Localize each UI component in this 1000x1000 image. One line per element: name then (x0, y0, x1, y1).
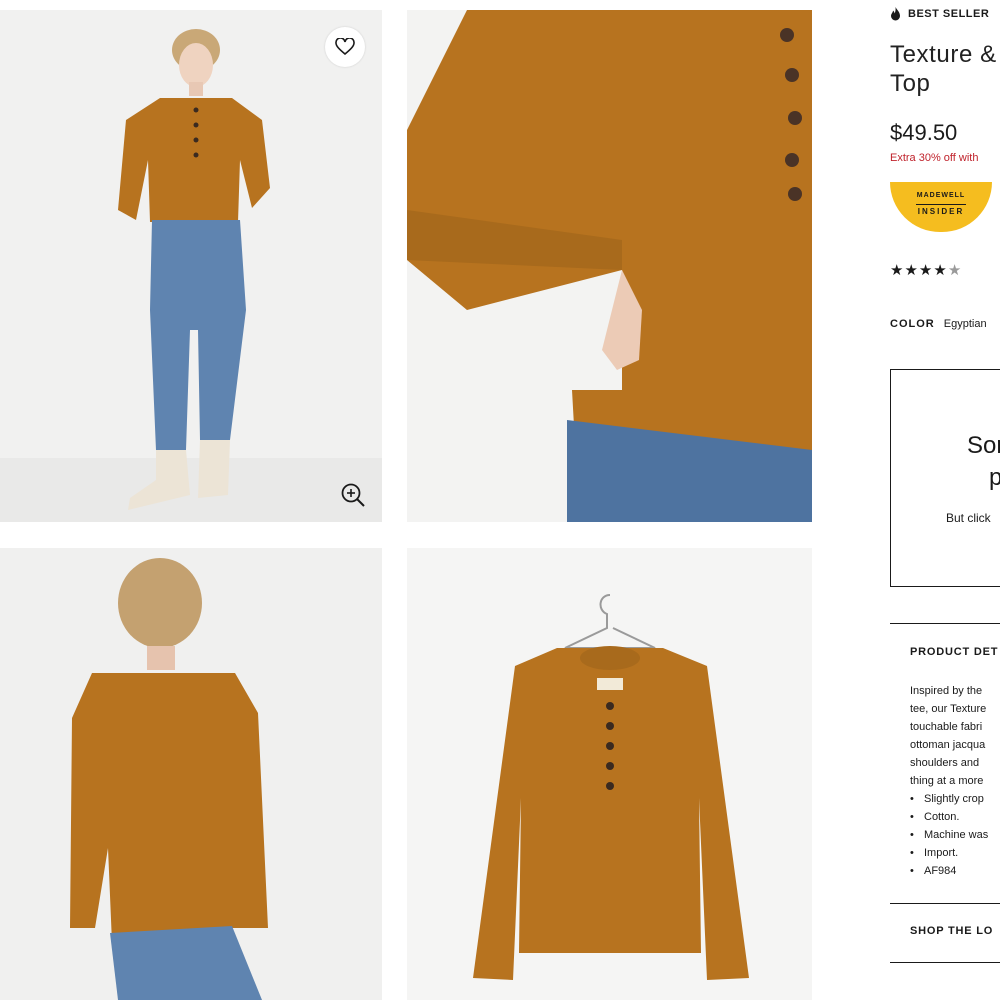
product-info-panel: BEST SELLER Texture & Top $49.50 Extra 3… (890, 0, 1000, 1000)
divider (890, 623, 1000, 624)
notice-heading: Sor p (967, 430, 1000, 494)
madewell-insider-logo[interactable]: MADEWELL INSIDER (890, 182, 992, 232)
title-line-1: Texture & (890, 41, 997, 68)
product-title: Texture & Top (890, 40, 997, 98)
star-empty-icon: ★ (947, 262, 963, 279)
detail-bullet: Machine was (910, 826, 1000, 844)
description-line: Inspired by the (910, 685, 983, 697)
product-description: Inspired by the tee, our Texture touchab… (910, 682, 1000, 880)
insider-divider (916, 204, 966, 205)
product-image-back[interactable] (0, 548, 382, 1000)
detail-bullet: AF984 (910, 862, 1000, 880)
rating-stars[interactable]: ★★★★★ (890, 261, 962, 279)
insider-bottom-text: INSIDER (917, 207, 965, 216)
notice-heading-line-2: p (989, 464, 1000, 491)
divider (890, 962, 1000, 963)
zoom-in-icon (341, 483, 365, 507)
detail-bullets: Slightly crop Cotton. Machine was Import… (910, 790, 1000, 880)
divider (890, 903, 1000, 904)
star-filled-icon: ★ (890, 262, 905, 279)
notice-box: Sor p But click (890, 369, 1000, 587)
description-line: shoulders and (910, 757, 980, 769)
description-line: ottoman jacqua (910, 739, 986, 751)
product-image-front[interactable] (0, 10, 382, 522)
color-selector-label: COLOR Egyptian (890, 318, 987, 330)
flame-icon (891, 7, 900, 21)
description-line: tee, our Texture (910, 703, 987, 715)
wishlist-button[interactable] (325, 27, 365, 67)
shop-the-look-toggle[interactable]: SHOP THE LO (910, 925, 993, 937)
description-line: touchable fabri (910, 721, 983, 733)
product-details-toggle[interactable]: PRODUCT DET (910, 646, 998, 658)
star-filled-icon: ★ (918, 262, 934, 279)
color-label: COLOR (890, 318, 935, 330)
star-filled-icon: ★ (904, 262, 919, 279)
title-line-2: Top (890, 70, 931, 97)
color-value: Egyptian (943, 318, 987, 330)
description-line: thing at a more (910, 775, 984, 787)
insider-top-text: MADEWELL (916, 192, 966, 199)
product-image-flat[interactable] (407, 548, 812, 1000)
best-seller-badge: BEST SELLER (890, 7, 989, 21)
detail-bullet: Cotton. (910, 808, 1000, 826)
product-image-closeup[interactable] (407, 10, 812, 522)
notice-heading-line-1: Sor (967, 432, 1000, 459)
detail-bullet: Slightly crop (910, 790, 1000, 808)
promo-text: Extra 30% off with (890, 152, 979, 164)
badge-label: BEST SELLER (908, 8, 990, 20)
detail-bullet: Import. (910, 844, 1000, 862)
notice-body: But click (946, 511, 991, 525)
product-price: $49.50 (890, 120, 958, 145)
zoom-button[interactable] (338, 480, 368, 510)
star-filled-icon: ★ (933, 262, 948, 279)
heart-icon (335, 38, 355, 56)
